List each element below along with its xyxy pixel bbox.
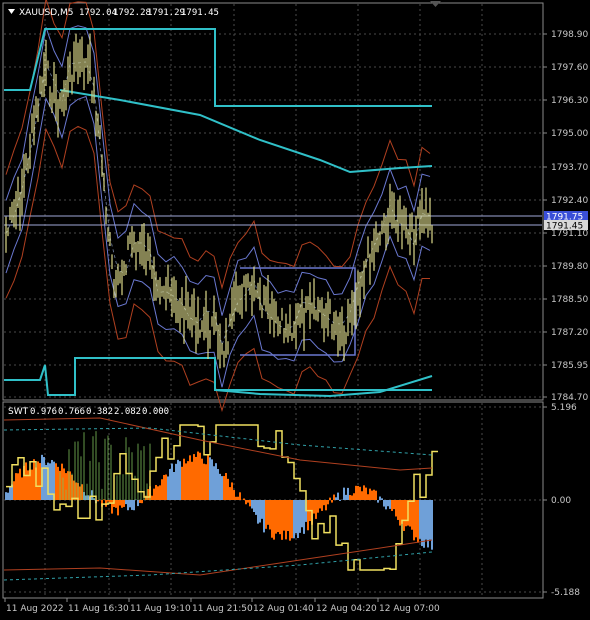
swt-dashed-lower <box>3 551 433 581</box>
ohlc-close: 1791.45 <box>181 8 219 18</box>
red-band-upper <box>5 0 431 290</box>
indicator-tick-label: 5.196 <box>551 403 577 413</box>
indicator-tick-label: -5.188 <box>551 588 580 598</box>
chart-window[interactable]: 1798.90 1797.60 1796.30 1795.00 1793.70 1792.… <box>0 0 590 620</box>
ohlc-open: 1792.04 <box>79 8 117 18</box>
indicator-value-4: 2.082 <box>114 407 141 417</box>
time-tick-label: 12 Aug 01:40 <box>253 604 314 614</box>
price-tick-label: 1797.60 <box>551 63 588 73</box>
price-tick-label: 1788.50 <box>551 295 588 305</box>
price-tick-label: 1785.95 <box>551 361 588 371</box>
symbol-title: XAUUSD,M5 <box>19 8 74 18</box>
price-tick-label: 1798.90 <box>551 30 588 40</box>
main-price-plot[interactable] <box>4 0 542 413</box>
time-axis: 11 Aug 2022 11 Aug 16:30 11 Aug 19:10 11 Au… <box>4 598 440 614</box>
indicator-header: SWT 0.976 0.766 0.382 2.082 0.000 <box>8 407 169 417</box>
swt-envelope-upper <box>3 417 433 471</box>
price-tick-label: 1792.40 <box>551 196 588 206</box>
price-tick-label: 1795.00 <box>551 129 588 139</box>
time-tick-label: 11 Aug 21:50 <box>192 604 253 614</box>
svg-text:1791.45: 1791.45 <box>546 222 583 232</box>
indicator-title: SWT <box>8 407 29 417</box>
indicator-axis: 5.196 0.00 -5.188 <box>543 403 580 598</box>
ohlc-high: 1792.28 <box>113 8 151 18</box>
mid-band <box>5 61 431 347</box>
indicator-value-1: 0.976 <box>30 407 57 417</box>
scroll-marker-icon[interactable] <box>430 1 441 7</box>
indicator-value-2: 0.766 <box>58 407 85 417</box>
time-tick-label: 11 Aug 16:30 <box>68 604 129 614</box>
indicator-value-3: 0.382 <box>86 407 113 417</box>
indicator-tick-label: 0.00 <box>551 496 571 506</box>
time-tick-label: 11 Aug 19:10 <box>130 604 191 614</box>
price-tick-label: 1796.30 <box>551 96 588 106</box>
ohlc-low: 1791.29 <box>147 8 185 18</box>
swt-dashed-upper <box>3 427 433 456</box>
time-tick-label: 11 Aug 2022 <box>6 604 64 614</box>
price-tick-label: 1784.70 <box>551 393 588 403</box>
indicator-value-5: 0.000 <box>142 407 169 417</box>
price-tag-current: 1791.45 <box>544 220 588 232</box>
swt-indicator-plot[interactable] <box>3 417 438 581</box>
time-tick-label: 12 Aug 07:00 <box>379 604 440 614</box>
price-tick-label: 1789.80 <box>551 262 588 272</box>
triangle-down-icon[interactable] <box>8 9 15 14</box>
time-tick-label: 12 Aug 04:20 <box>316 604 377 614</box>
price-tick-label: 1787.20 <box>551 328 588 338</box>
main-grid <box>4 4 542 399</box>
main-chart-header: XAUUSD,M5 1792.04 1792.28 1791.29 1791.4… <box>8 8 219 18</box>
price-tick-label: 1793.70 <box>551 163 588 173</box>
cyan-trend-upper <box>59 89 433 174</box>
